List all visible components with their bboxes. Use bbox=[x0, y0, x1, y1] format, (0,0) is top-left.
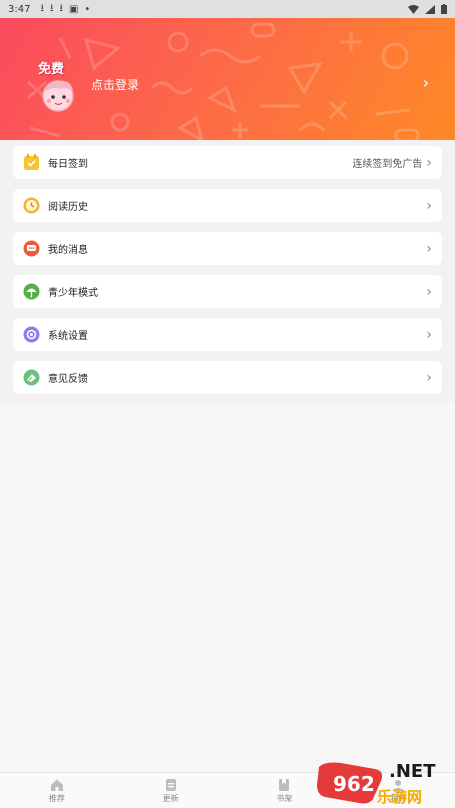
chevron-right-icon: › bbox=[426, 154, 432, 171]
menu-item-messages[interactable]: 我的消息 › bbox=[13, 232, 442, 265]
menu-item-label: 每日签到 bbox=[48, 159, 88, 170]
menu-item-label: 青少年模式 bbox=[48, 288, 98, 299]
menu-item-label: 我的消息 bbox=[48, 245, 88, 256]
chevron-right-icon: › bbox=[426, 197, 432, 214]
menu-item-reading-history[interactable]: 阅读历史 › bbox=[13, 189, 442, 222]
home-icon bbox=[50, 779, 63, 791]
tab-label: 推荐 bbox=[48, 793, 65, 803]
chevron-right-icon[interactable]: › bbox=[423, 73, 429, 92]
umbrella-icon bbox=[23, 283, 40, 300]
status-bar: 3:47 ⭳ ⭳ ⭳ ▣ • bbox=[0, 0, 455, 18]
menu-item-label: 系统设置 bbox=[48, 331, 88, 342]
menu-item-teen-mode[interactable]: 青少年模式 › bbox=[13, 275, 442, 308]
login-link[interactable]: 点击登录 bbox=[91, 76, 139, 93]
chevron-right-icon: › bbox=[426, 283, 432, 300]
screenshot-icon: ▣ bbox=[68, 3, 79, 15]
site-watermark: 962 乐游网 .NET bbox=[315, 759, 449, 805]
tab-update[interactable]: 更新 bbox=[114, 773, 228, 808]
bookshelf-icon bbox=[279, 778, 290, 791]
profile-header[interactable]: 免费 点击登录 › bbox=[0, 18, 455, 158]
empty-content-area bbox=[0, 402, 455, 772]
download-icon: ⭳ bbox=[40, 2, 44, 14]
tab-label: 书架 bbox=[276, 793, 293, 803]
watermark-logo-number: 962 bbox=[333, 772, 375, 796]
dot-icon: • bbox=[84, 3, 91, 15]
menu-item-label: 阅读历史 bbox=[48, 202, 88, 213]
gear-icon bbox=[23, 326, 40, 343]
tab-label: 更新 bbox=[162, 793, 179, 803]
menu-item-daily-checkin[interactable]: 每日签到 连续签到免广告 › bbox=[13, 146, 442, 179]
chevron-right-icon: › bbox=[426, 326, 432, 343]
tab-recommend[interactable]: 推荐 bbox=[0, 773, 114, 808]
update-icon bbox=[165, 778, 176, 791]
checkin-hint: 连续签到免广告 bbox=[352, 159, 423, 170]
menu-item-settings[interactable]: 系统设置 › bbox=[13, 318, 442, 351]
battery-icon bbox=[441, 4, 447, 14]
menu-list: 每日签到 连续签到免广告 › 阅读历史 › 我的消息 › 青少年模式 › 系统设… bbox=[0, 140, 455, 402]
status-time: 3:47 bbox=[8, 3, 31, 15]
signal-icon bbox=[425, 4, 435, 14]
menu-item-label: 意见反馈 bbox=[48, 374, 88, 385]
chevron-right-icon: › bbox=[426, 240, 432, 257]
download-icon: ⭳ bbox=[49, 2, 54, 14]
message-icon bbox=[23, 240, 40, 257]
avatar-badge: 免费 bbox=[38, 62, 65, 77]
clock-icon bbox=[23, 197, 40, 214]
feedback-icon bbox=[23, 369, 40, 386]
wifi-icon bbox=[408, 4, 419, 14]
watermark-text: .NET bbox=[389, 761, 436, 782]
chevron-right-icon: › bbox=[426, 369, 432, 386]
download-icon: ⭳ bbox=[59, 2, 63, 14]
calendar-check-icon bbox=[23, 154, 40, 171]
watermark-sub: 乐游网 bbox=[377, 788, 422, 805]
menu-item-feedback[interactable]: 意见反馈 › bbox=[13, 361, 442, 394]
